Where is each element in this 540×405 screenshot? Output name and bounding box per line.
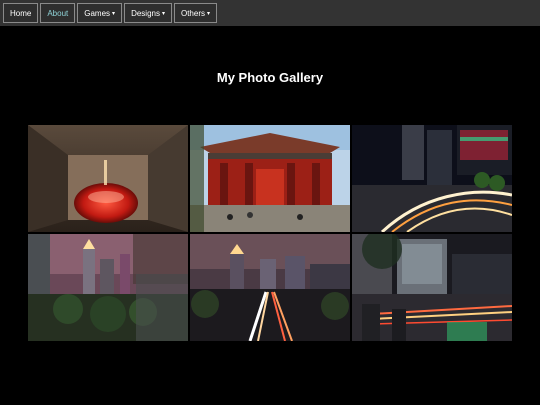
photo-gallery xyxy=(28,125,512,341)
chevron-down-icon: ▾ xyxy=(207,10,211,17)
photo-crossing-night[interactable] xyxy=(352,234,512,341)
nav-home[interactable]: Home xyxy=(3,3,39,23)
nav-home-label: Home xyxy=(10,8,32,18)
nav-games-label: Games xyxy=(84,8,111,18)
nav-designs[interactable]: Designs ▾ xyxy=(124,3,172,23)
chevron-down-icon: ▾ xyxy=(112,10,116,17)
page-title: My Photo Gallery xyxy=(216,70,324,85)
top-navbar: Home About Games ▾ Designs ▾ Others ▾ xyxy=(0,0,540,26)
nav-others-label: Others xyxy=(180,8,205,18)
chevron-down-icon: ▾ xyxy=(161,10,165,17)
photo-temple[interactable] xyxy=(190,125,350,232)
photo-night-street-lights[interactable] xyxy=(352,125,512,232)
photo-city-skyline-night[interactable] xyxy=(28,234,188,341)
photo-red-lamp[interactable] xyxy=(28,125,188,232)
nav-games[interactable]: Games ▾ xyxy=(77,3,123,23)
nav-others[interactable]: Others ▾ xyxy=(173,3,218,23)
nav-about[interactable]: About xyxy=(40,3,76,23)
nav-designs-label: Designs xyxy=(131,8,160,18)
nav-about-label: About xyxy=(47,8,69,18)
photo-traffic-light-trails[interactable] xyxy=(190,234,350,341)
